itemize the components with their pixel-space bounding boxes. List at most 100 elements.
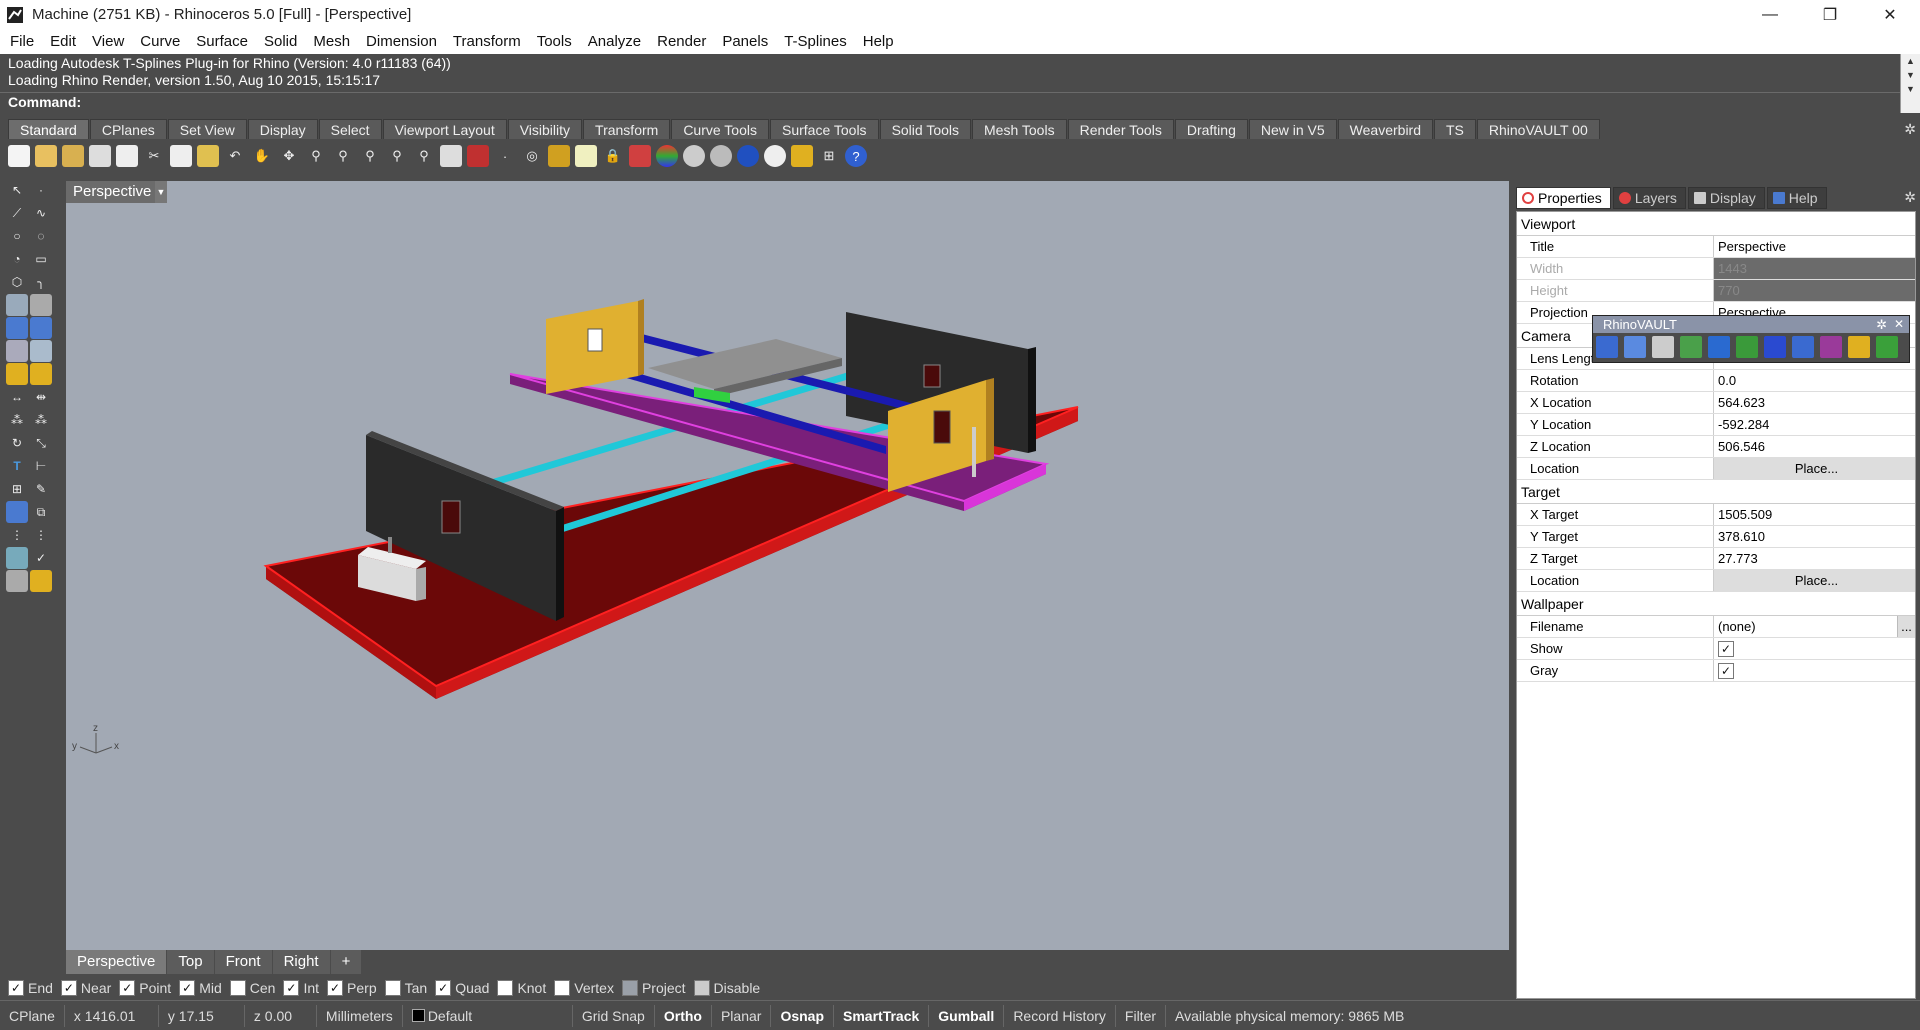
explode-icon[interactable]: [6, 363, 28, 385]
render-icon[interactable]: [737, 145, 759, 167]
osnap-mid[interactable]: ✓ Mid: [179, 980, 222, 996]
toolbar-tab[interactable]: Display: [247, 119, 318, 139]
toolbar-tab[interactable]: Drafting: [1174, 119, 1248, 139]
checkbox-icon[interactable]: ✓: [435, 980, 452, 996]
checkbox-icon[interactable]: ✓: [60, 980, 77, 996]
toolbar-tab[interactable]: Viewport Layout: [382, 119, 507, 139]
curve-icon[interactable]: ∿: [30, 202, 52, 224]
shade-icon[interactable]: [6, 547, 28, 569]
rv-logo-icon[interactable]: [1596, 336, 1618, 358]
menu-dimension[interactable]: Dimension: [358, 33, 445, 50]
solid-box-icon[interactable]: [6, 501, 28, 523]
dimension-icon[interactable]: ⊢: [30, 455, 52, 477]
status-smarttrack[interactable]: SmartTrack: [834, 1004, 930, 1027]
open-file-icon[interactable]: [35, 145, 57, 167]
check-icon[interactable]: ✓: [30, 547, 52, 569]
tab-properties[interactable]: Properties: [1516, 187, 1611, 209]
rotate-view-icon[interactable]: ✥: [278, 145, 300, 167]
rhinovault-title-bar[interactable]: RhinoVAULT ✲ ✕: [1593, 316, 1909, 333]
toolbar-tab[interactable]: RhinoVAULT 00: [1476, 119, 1600, 139]
viewport-tab-right[interactable]: Right: [272, 950, 330, 974]
scale-icon[interactable]: ⤡: [30, 432, 52, 454]
command-history[interactable]: Loading Autodesk T-Splines Plug-in for R…: [0, 54, 1920, 92]
minimize-button[interactable]: —: [1740, 0, 1800, 29]
browse-button[interactable]: ...: [1897, 616, 1915, 637]
gray-checkbox[interactable]: ✓: [1718, 662, 1734, 679]
cut-icon[interactable]: ✂: [143, 145, 165, 167]
zoom-window-icon[interactable]: ⚲: [332, 145, 354, 167]
viewport-tab-top[interactable]: Top: [167, 950, 214, 974]
menu-view[interactable]: View: [84, 33, 132, 50]
checkbox-icon[interactable]: [229, 980, 246, 996]
checkbox-icon[interactable]: ✓: [179, 980, 196, 996]
toolbar-tab[interactable]: Visibility: [507, 119, 583, 139]
toolbar-tab[interactable]: Surface Tools: [769, 119, 879, 139]
zoom-dynamic-icon[interactable]: ⚲: [413, 145, 435, 167]
analyze-icon[interactable]: ⋮: [30, 524, 52, 546]
rhinovault-gear-icon[interactable]: ✲: [1876, 316, 1887, 333]
toolbar-tab[interactable]: Curve Tools: [671, 119, 769, 139]
export-icon[interactable]: [116, 145, 138, 167]
checkbox-icon[interactable]: ✓: [283, 980, 300, 996]
menu-analyze[interactable]: Analyze: [580, 33, 649, 50]
tab-help[interactable]: Help: [1766, 187, 1827, 209]
box-icon[interactable]: [6, 317, 28, 339]
select-arrow-icon[interactable]: ↖: [6, 179, 28, 201]
rv-horizontal-icon[interactable]: [1736, 336, 1758, 358]
menu-panels[interactable]: Panels: [714, 33, 776, 50]
menu-help[interactable]: Help: [855, 33, 902, 50]
circle-icon[interactable]: ○: [6, 225, 28, 247]
copy-icon[interactable]: [170, 145, 192, 167]
checkbox-icon[interactable]: [621, 980, 638, 996]
undo-icon[interactable]: ↶: [224, 145, 246, 167]
properties-icon[interactable]: [629, 145, 651, 167]
checkbox-icon[interactable]: [384, 980, 401, 996]
osnap-knot[interactable]: Knot: [497, 980, 546, 996]
osnap-tan[interactable]: Tan: [384, 980, 427, 996]
checkbox-icon[interactable]: ✓: [119, 980, 136, 996]
target-place-button[interactable]: Place...: [1714, 570, 1915, 591]
toolbar-tab[interactable]: Select: [318, 119, 382, 139]
status-grid-snap[interactable]: Grid Snap: [573, 1004, 655, 1027]
rhinovault-close-icon[interactable]: ✕: [1894, 316, 1904, 333]
status-layer[interactable]: Default: [403, 1004, 573, 1027]
edit-icon[interactable]: ✎: [30, 478, 52, 500]
car-icon[interactable]: [467, 145, 489, 167]
status-cplane[interactable]: CPlane: [0, 1004, 65, 1027]
close-button[interactable]: ✕: [1860, 0, 1920, 29]
rv-vertical-icon[interactable]: [1764, 336, 1786, 358]
x-target-field[interactable]: 1505.509: [1714, 504, 1915, 525]
menu-surface[interactable]: Surface: [188, 33, 256, 50]
text-icon[interactable]: T: [6, 455, 28, 477]
panel-options-gear-icon[interactable]: ✲: [1904, 189, 1916, 206]
osnap-project[interactable]: Project: [621, 980, 686, 996]
zoom-extents-icon[interactable]: ⚲: [359, 145, 381, 167]
osnap-disable[interactable]: Disable: [693, 980, 760, 996]
status-osnap[interactable]: Osnap: [771, 1004, 835, 1027]
z-target-field[interactable]: 27.773: [1714, 548, 1915, 569]
menu-curve[interactable]: Curve: [132, 33, 188, 50]
checkbox-icon[interactable]: [693, 980, 710, 996]
menu-edit[interactable]: Edit: [42, 33, 84, 50]
toolbar-tab[interactable]: Render Tools: [1067, 119, 1174, 139]
arc-icon[interactable]: ◔: [6, 248, 28, 270]
checkbox-icon[interactable]: ✓: [8, 980, 24, 996]
status-record-history[interactable]: Record History: [1004, 1004, 1116, 1027]
save-icon[interactable]: [62, 145, 84, 167]
help-icon[interactable]: ?: [845, 145, 867, 167]
point-icon[interactable]: ·: [494, 145, 516, 167]
menu-render[interactable]: Render: [649, 33, 714, 50]
polyline-icon[interactable]: ⟋: [6, 202, 28, 224]
y-target-field[interactable]: 378.610: [1714, 526, 1915, 547]
scroll-up-icon[interactable]: ▲: [1901, 54, 1920, 68]
osnap-int[interactable]: ✓ Int: [283, 980, 319, 996]
status-filter[interactable]: Filter: [1116, 1004, 1167, 1027]
group-icon[interactable]: ⁂: [6, 409, 28, 431]
mesh-icon[interactable]: [6, 340, 28, 362]
menu-tsplines[interactable]: T-Splines: [776, 33, 855, 50]
color-wheel-icon[interactable]: [656, 145, 678, 167]
transform-icon[interactable]: [30, 340, 52, 362]
ungroup-icon[interactable]: ⁂: [30, 409, 52, 431]
trim-icon[interactable]: [30, 363, 52, 385]
rv-force-icon[interactable]: [1708, 336, 1730, 358]
